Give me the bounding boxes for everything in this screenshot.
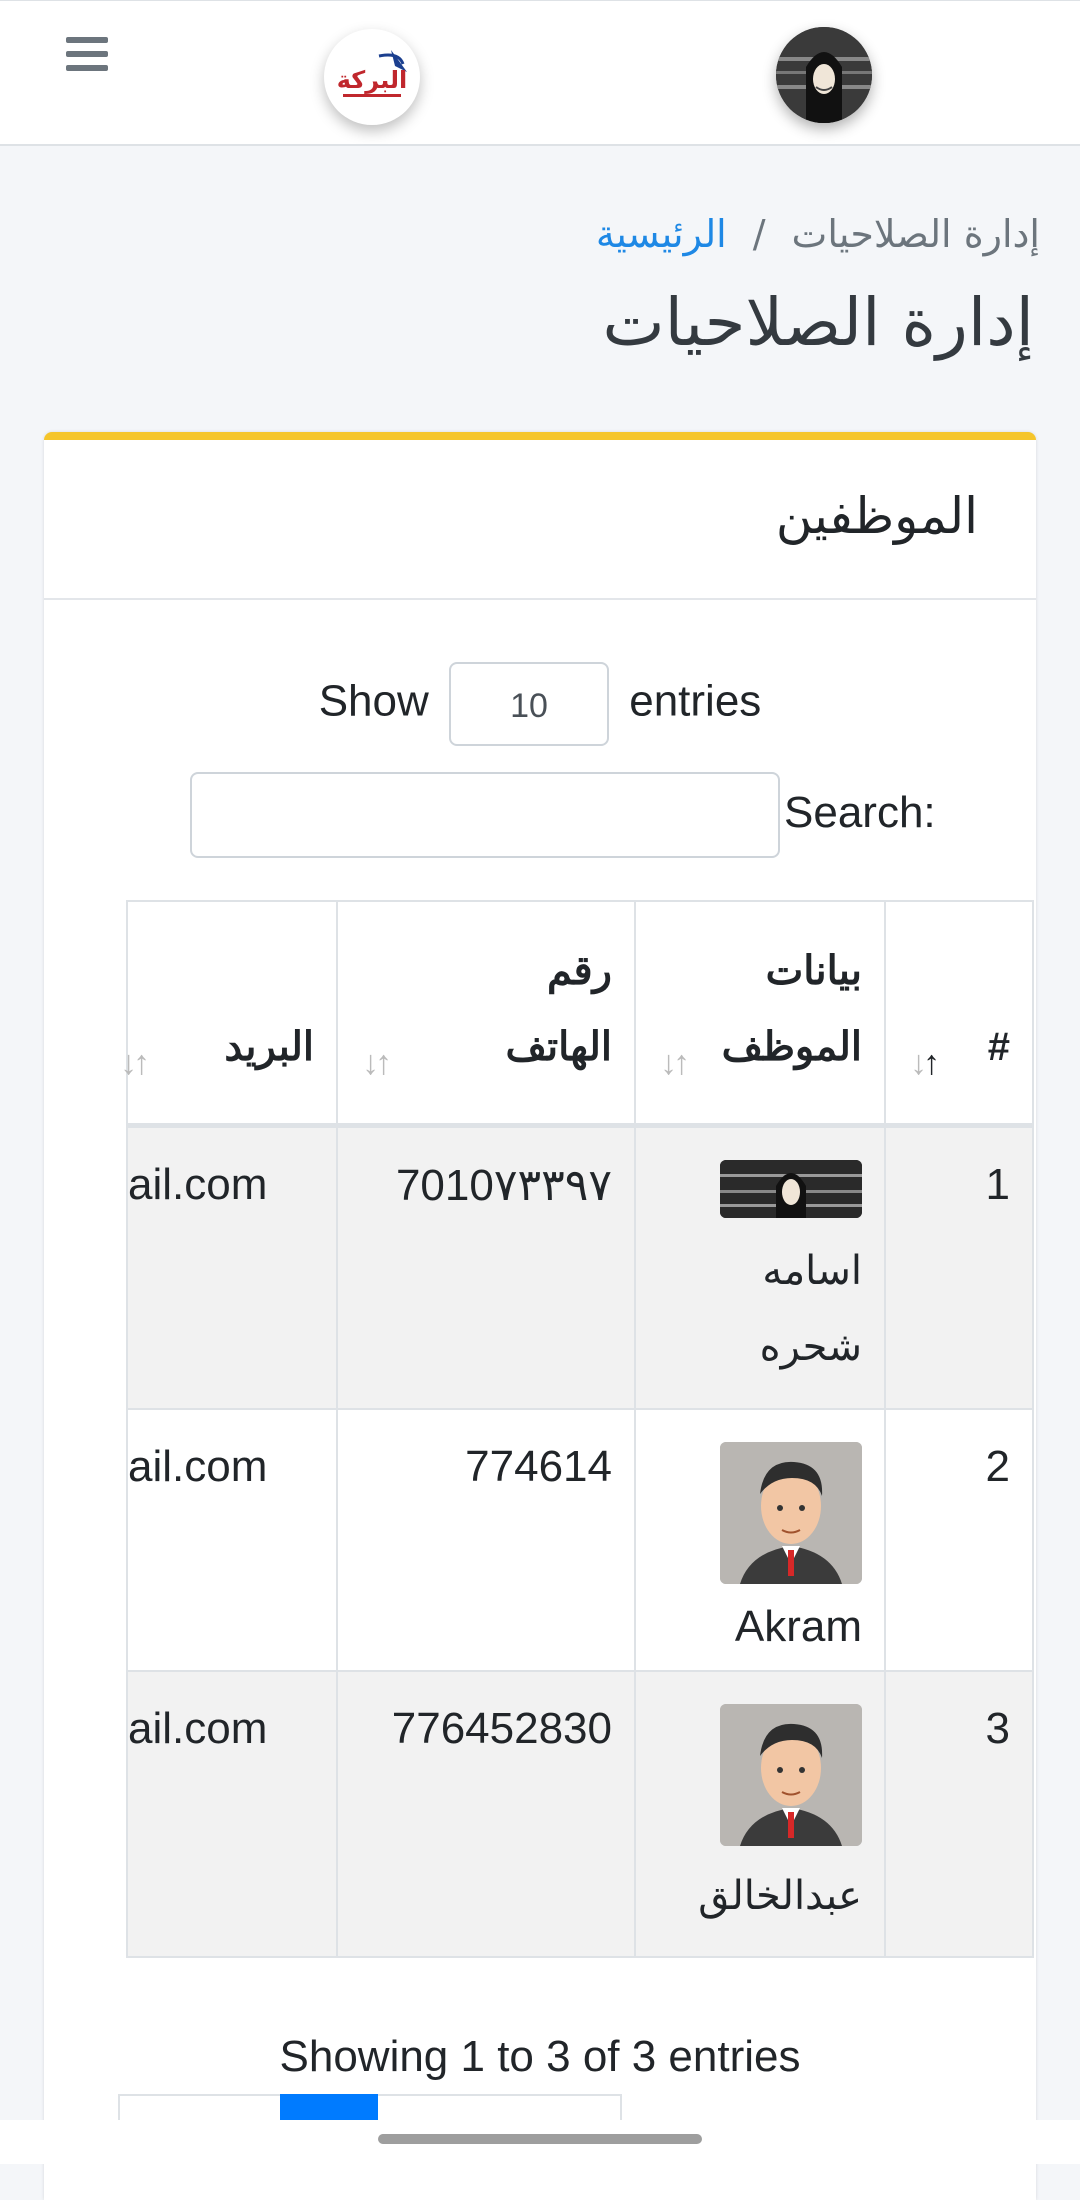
breadcrumb-current: إدارة الصلاحيات: [791, 212, 1040, 256]
logo-icon: البركة: [337, 50, 407, 97]
entries-label: entries: [629, 676, 762, 726]
phone-cell: 7010٧٣٣٩٧: [336, 1124, 636, 1410]
search-control: Search:: [190, 772, 980, 860]
employees-card: الموظفين Show 10 entries Search: # ↑↓ بي…: [44, 432, 1036, 2200]
sort-asc-icon: ↑↓: [910, 1043, 940, 1082]
page-title: إدارة الصلاحيات: [602, 284, 1034, 361]
brand-logo[interactable]: البركة: [324, 29, 420, 125]
employee-avatar-icon: [720, 1442, 862, 1584]
email-cell: ail.com: [126, 1124, 338, 1410]
column-header-employee[interactable]: بيانات الموظف ↑↓: [634, 900, 886, 1128]
table-info: Showing 1 to 3 of 3 entries: [279, 2032, 801, 2081]
table-row[interactable]: 2 Akram 774614 ail.com: [126, 1408, 1034, 1672]
employee-name: عبدالخالق: [698, 1873, 862, 1919]
avatar-icon: [776, 27, 872, 123]
employee-cell: اسامه شحره: [634, 1124, 886, 1410]
card-title: الموظفين: [44, 440, 1036, 600]
column-header-email[interactable]: البريد ↑↓: [120, 900, 338, 1128]
column-header-number[interactable]: # ↑↓: [884, 900, 1034, 1128]
sort-icon: ↑↓: [660, 1043, 690, 1082]
employee-photo: [720, 1704, 862, 1846]
employee-avatar-icon: [720, 1704, 862, 1846]
show-label: Show: [318, 676, 429, 726]
entries-length-control: Show 10 entries: [44, 662, 1036, 746]
entries-select[interactable]: 10: [449, 662, 609, 746]
row-number: 2: [884, 1408, 1034, 1672]
table-row[interactable]: 1 اسامه شحره 7010٧٣٣٩٧ ail.com: [126, 1124, 1034, 1410]
sort-icon: ↑↓: [362, 1043, 392, 1082]
employees-table: # ↑↓ بيانات الموظف ↑↓ رقم الهاتف ↑↓ البر…: [120, 900, 1034, 1958]
email-cell: ail.com: [126, 1670, 338, 1958]
breadcrumb-separator: /: [752, 212, 766, 256]
user-avatar[interactable]: [776, 27, 872, 123]
table-scroll-container[interactable]: # ↑↓ بيانات الموظف ↑↓ رقم الهاتف ↑↓ البر…: [100, 900, 1034, 1962]
phone-cell: 776452830: [336, 1670, 636, 1958]
row-number: 1: [884, 1124, 1034, 1410]
breadcrumb: إدارة الصلاحيات / الرئيسية: [40, 206, 1040, 262]
employee-name: Akram: [734, 1602, 862, 1651]
column-header-phone[interactable]: رقم الهاتف ↑↓: [336, 900, 636, 1128]
table-row[interactable]: 3 عبدالخالق 776452830 ail.com: [126, 1670, 1034, 1958]
sort-icon: ↑↓: [120, 1043, 150, 1082]
employee-cell: عبدالخالق: [634, 1670, 886, 1958]
svg-text:البركة: البركة: [337, 66, 407, 94]
employee-cell: Akram: [634, 1408, 886, 1672]
breadcrumb-home-link[interactable]: الرئيسية: [596, 212, 727, 256]
employee-avatar-icon: [720, 1159, 862, 1218]
hamburger-icon[interactable]: [66, 37, 108, 77]
home-indicator[interactable]: [378, 2134, 702, 2144]
employee-name: اسامه شحره: [759, 1247, 862, 1370]
search-label: Search:: [784, 788, 936, 837]
search-input[interactable]: [190, 772, 780, 858]
email-cell: ail.com: [126, 1408, 338, 1672]
phone-cell: 774614: [336, 1408, 636, 1672]
employee-photo: [720, 1442, 862, 1584]
row-number: 3: [884, 1670, 1034, 1958]
top-navbar: البركة: [0, 0, 1080, 146]
employee-photo: [720, 1159, 862, 1218]
